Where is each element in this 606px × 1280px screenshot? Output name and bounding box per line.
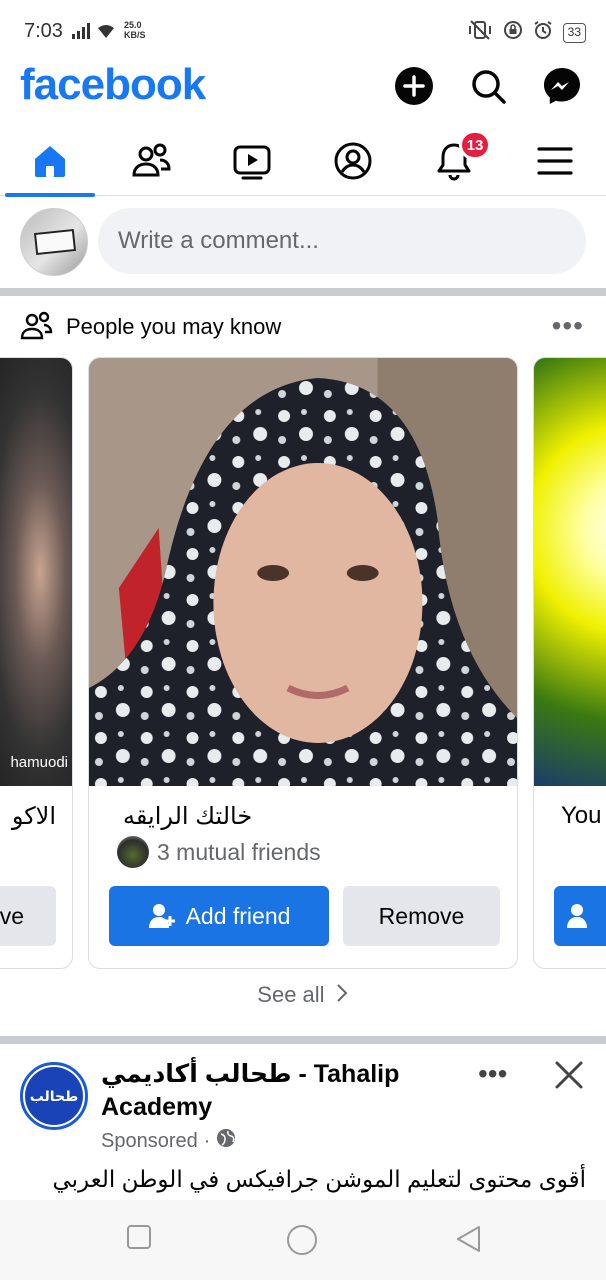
video-icon [233,145,271,180]
remove-button[interactable]: ve [0,886,56,946]
back-triangle-icon [457,1226,480,1252]
person-name[interactable]: الاكو [12,802,56,831]
sponsored-label[interactable]: Sponsored [101,1130,198,1153]
pymk-title: People you may know [66,314,282,339]
section-divider [0,1036,606,1044]
person-photo [89,358,517,786]
person-card[interactable]: You [533,357,606,969]
globe-icon [216,1128,236,1154]
chevron-right-icon [335,982,349,1010]
net-speed: 25.0 KB/S [124,20,146,40]
tab-friends[interactable] [106,126,196,196]
remove-button[interactable]: Remove [343,886,500,946]
post-text: أقوى محتوى لتعليم الموشن جرافيكس في الوط… [52,1166,586,1192]
recents-button[interactable] [126,1224,152,1255]
net-speed-unit: KB/S [124,30,146,40]
tab-notifications[interactable]: 13 [409,126,499,196]
menu-icon [537,147,573,175]
app-header: facebook [0,58,606,116]
avatar[interactable] [20,208,88,276]
alarm-icon [533,20,553,45]
tab-home[interactable] [5,126,95,197]
friends-icon [132,143,171,177]
lock-icon [503,20,523,45]
system-navigation-bar [0,1200,606,1280]
comment-input[interactable]: Write a comment... [98,208,586,274]
mutual-friend-avatar [117,836,149,868]
search-icon [472,70,506,104]
square-icon [127,1225,151,1249]
page-logo: طحالب [25,1067,83,1125]
pymk-header: People you may know ••• [0,298,606,354]
see-all-link[interactable]: See all [0,982,606,1010]
status-bar: 7:03 25.0 KB/S 33 [0,0,606,62]
remove-button-label: ve [0,902,24,929]
tab-video[interactable] [207,126,297,196]
comment-composer: Write a comment... [0,196,606,288]
people-icon [20,310,54,347]
add-friend-icon [567,904,587,928]
add-friend-icon [148,904,175,928]
home-icon [35,146,65,177]
post-options-icon[interactable]: ••• [478,1058,507,1090]
create-button[interactable] [392,64,436,108]
battery-indicator: 33 [562,22,586,43]
vibrate-icon [467,20,493,45]
mutual-friends: 3 mutual friends [117,836,321,868]
add-friend-button[interactable] [554,886,606,946]
photo-caption: hamuodi [10,754,68,771]
home-button[interactable] [286,1224,318,1261]
tab-menu[interactable] [510,126,600,196]
meta-separator: · [203,1129,211,1152]
person-card[interactable]: خالتك الرايقه 3 mutual friends Add frien… [88,357,518,969]
person-name[interactable]: You [561,802,602,830]
person-photo [0,358,72,786]
main-tabs: 13 [0,126,606,197]
see-all-label: See all [257,982,325,1007]
remove-button-label: Remove [378,902,465,929]
plus-icon [395,67,433,105]
page-name[interactable]: طحالب أكاديمي - Tahalip Academy [101,1058,401,1124]
avatar-image [33,228,77,256]
profile-icon [334,142,372,180]
facebook-logo[interactable]: facebook [20,60,206,110]
signal-icon [72,22,116,45]
more-options-icon[interactable]: ••• [552,310,584,342]
status-time: 7:03 [24,20,63,42]
post-meta: Sponsored · [101,1128,236,1154]
messenger-button[interactable] [540,64,584,108]
mutual-friends-count: 3 mutual friends [157,838,321,865]
search-button[interactable] [466,64,510,108]
close-icon [555,1061,583,1089]
messenger-icon [544,68,580,104]
circle-icon [287,1225,317,1255]
page-avatar[interactable]: طحالب [20,1062,88,1130]
notifications-badge: 13 [459,130,491,160]
add-friend-label: Add friend [185,902,291,929]
close-post-button[interactable] [552,1058,586,1097]
tab-profile[interactable] [308,126,398,196]
section-divider [0,288,606,296]
back-button[interactable] [454,1224,482,1259]
person-card[interactable]: hamuodi الاكو ve [0,357,73,969]
add-friend-button[interactable]: Add friend [109,886,329,946]
person-photo [534,358,606,786]
person-name[interactable]: خالتك الرايقه [123,802,252,831]
page-name-line2: Academy [101,1093,213,1121]
page-name-line1: طحالب أكاديمي - Tahalip [101,1060,400,1088]
net-speed-value: 25.0 [124,20,142,30]
